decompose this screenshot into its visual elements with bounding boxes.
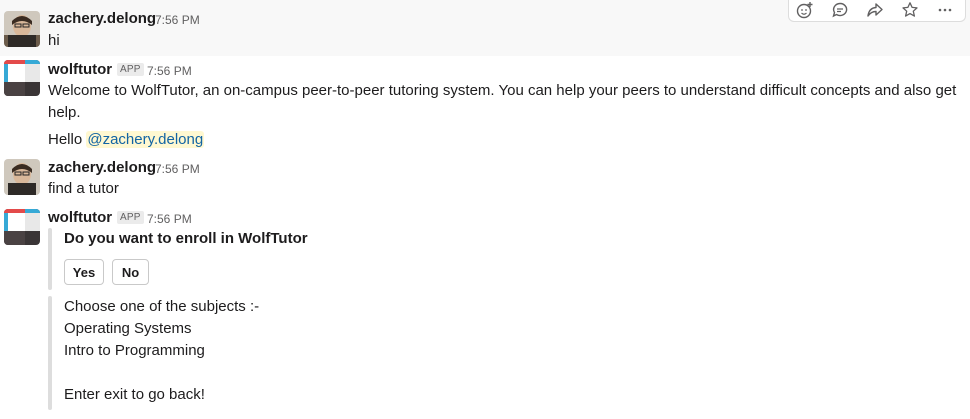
greeting-prefix: Hello [48, 131, 87, 148]
subjects-line: Enter exit to go back! [64, 386, 205, 403]
author-name[interactable]: zachery.delong [48, 159, 156, 176]
app-badge: APP [117, 63, 144, 76]
attachment-bar [48, 228, 52, 290]
attachment-bar [48, 296, 52, 410]
no-button[interactable]: No [112, 259, 149, 285]
user-mention[interactable]: @zachery.delong [86, 131, 205, 148]
message-row[interactable]: wolftutor APP 7:56 PM Welcome to WolfTut… [0, 56, 970, 156]
author-name[interactable]: wolftutor [48, 61, 112, 78]
avatar[interactable] [4, 159, 40, 195]
timestamp[interactable]: 7:56 PM [147, 212, 192, 226]
avatar[interactable] [4, 60, 40, 96]
yes-button[interactable]: Yes [64, 259, 104, 285]
subjects-line: Intro to Programming [64, 342, 205, 359]
author-name[interactable]: wolftutor [48, 209, 112, 226]
subjects-line: Choose one of the subjects :- [64, 298, 260, 315]
message-text-line: Welcome to WolfTutor, an on-campus peer-… [48, 82, 957, 99]
star-icon[interactable] [901, 1, 921, 21]
message-text-line: help. [48, 104, 81, 121]
more-actions-icon[interactable] [936, 1, 956, 21]
message-text: find a tutor [48, 180, 119, 197]
message-row[interactable]: zachery.delong 7:56 PM find a tutor [0, 156, 970, 206]
avatar[interactable] [4, 11, 40, 47]
timestamp[interactable]: 7:56 PM [155, 162, 200, 176]
message-row[interactable]: wolftutor APP 7:56 PM Do you want to enr… [0, 206, 970, 419]
share-icon[interactable] [866, 1, 886, 21]
timestamp[interactable]: 7:56 PM [155, 13, 200, 27]
message-text: hi [48, 32, 60, 49]
author-name[interactable]: zachery.delong [48, 10, 156, 27]
enroll-question: Do you want to enroll in WolfTutor [64, 230, 308, 247]
message-actions-toolbar [788, 0, 966, 22]
reply-thread-icon[interactable] [831, 1, 851, 21]
greeting-text: Hello @zachery.delong [48, 129, 205, 151]
add-reaction-icon[interactable] [796, 1, 816, 21]
timestamp[interactable]: 7:56 PM [147, 64, 192, 78]
app-badge: APP [117, 211, 144, 224]
avatar[interactable] [4, 209, 40, 245]
subjects-line: Operating Systems [64, 320, 192, 337]
